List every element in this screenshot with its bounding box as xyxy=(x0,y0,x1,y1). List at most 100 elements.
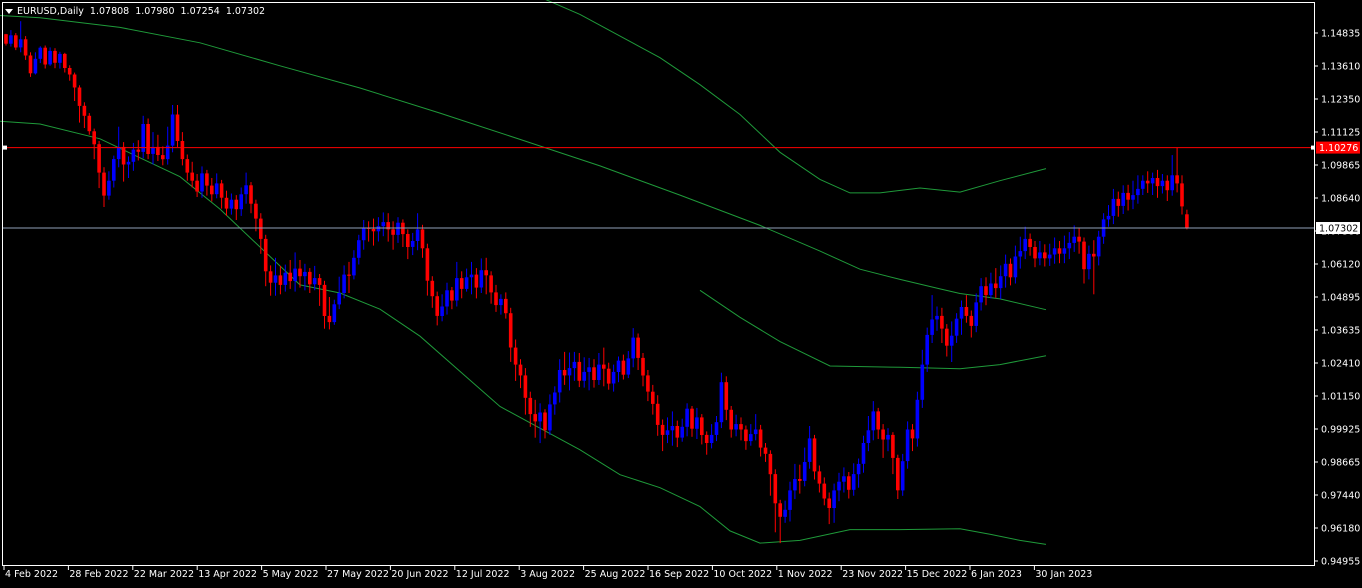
bar-body xyxy=(1028,238,1032,247)
bar-body xyxy=(268,271,273,283)
bar-body xyxy=(523,375,528,398)
bar-range xyxy=(328,297,330,330)
bar-body xyxy=(920,364,925,400)
y-tick-label: 0.96180 xyxy=(1321,524,1360,535)
bar-range xyxy=(1152,172,1154,195)
y-tick-label: 1.01150 xyxy=(1321,392,1360,403)
bar-body xyxy=(1121,192,1125,206)
bar-range xyxy=(1176,147,1178,193)
high-price: 1.07980 xyxy=(135,5,175,17)
price-bar xyxy=(146,118,150,160)
bar-body xyxy=(562,370,567,376)
bar-range xyxy=(667,417,668,444)
bar-body xyxy=(459,278,464,289)
bar-body xyxy=(616,360,621,372)
bar-body xyxy=(288,272,292,282)
bar-body xyxy=(322,284,327,316)
bar-body xyxy=(817,471,822,484)
bar-body xyxy=(180,141,185,160)
bar-body xyxy=(53,50,57,63)
bar-body xyxy=(984,286,988,296)
open-price: 1.07808 xyxy=(89,5,130,17)
bar-body xyxy=(959,307,964,319)
bar-body xyxy=(4,34,8,44)
bar-body xyxy=(739,424,743,430)
bar-body xyxy=(63,53,67,68)
bar-body xyxy=(646,375,650,392)
bar-body xyxy=(303,271,307,277)
bar-body xyxy=(161,155,165,160)
bar-body xyxy=(1087,253,1091,270)
bar-range xyxy=(887,428,889,452)
price-chart[interactable]: 1.14835 1.13610 1.12350 1.11125 1.09865 1.086… xyxy=(0,0,1362,584)
bar-body xyxy=(342,274,346,293)
bar-body xyxy=(1116,198,1121,206)
bar-body xyxy=(298,268,302,277)
bar-body xyxy=(1150,178,1155,184)
bar-body xyxy=(695,417,699,429)
y-tick-label: 1.08640 xyxy=(1321,194,1360,205)
bar-body xyxy=(744,429,748,442)
bar-body xyxy=(48,50,52,65)
chart-title-bar: EURUSD,Daily 1.07808 1.07980 1.07254 1.0… xyxy=(5,4,265,18)
bar-body xyxy=(445,290,449,307)
bar-body xyxy=(337,293,341,305)
bar-range xyxy=(373,218,374,246)
bar-body xyxy=(1033,247,1037,259)
bar-body xyxy=(670,426,675,431)
bar-range xyxy=(368,221,370,242)
bar-body xyxy=(1052,248,1057,255)
bar-body xyxy=(131,149,136,162)
bar-body xyxy=(435,296,439,316)
chart-area[interactable]: 1.14835 1.13610 1.12350 1.11125 1.09865 1.086… xyxy=(0,0,1362,584)
bar-body xyxy=(14,35,18,48)
bar-body xyxy=(1145,180,1150,184)
bar-body xyxy=(317,278,322,285)
bar-body xyxy=(528,397,533,415)
bar-body xyxy=(807,438,812,462)
bar-body xyxy=(1180,183,1184,207)
bar-body xyxy=(621,360,626,375)
bar-body xyxy=(146,124,150,154)
bar-body xyxy=(577,361,582,381)
bar-body xyxy=(38,47,43,59)
bar-range xyxy=(392,221,394,250)
dropdown-triangle-icon[interactable] xyxy=(5,8,13,14)
bar-body xyxy=(832,490,836,508)
bar-body xyxy=(685,408,689,427)
bar-body xyxy=(293,268,297,281)
x-tick-label: 6 Jan 2023 xyxy=(971,569,1022,580)
bar-body xyxy=(1013,256,1018,278)
bar-body xyxy=(283,272,288,285)
y-tick-label: 0.98665 xyxy=(1321,458,1360,469)
bar-body xyxy=(538,412,542,422)
x-tick-label: 1 Nov 2022 xyxy=(778,569,833,580)
symbol-timeframe-label: EURUSD,Daily xyxy=(17,5,84,17)
bar-body xyxy=(67,68,72,75)
bar-body xyxy=(886,434,890,440)
bar-body xyxy=(896,457,900,491)
bar-body xyxy=(557,370,562,393)
bar-body xyxy=(263,238,268,272)
bar-body xyxy=(1111,198,1116,216)
bar-body xyxy=(641,357,645,376)
bar-body xyxy=(254,203,258,219)
bar-body xyxy=(876,411,880,430)
bar-body xyxy=(758,429,763,448)
bar-body xyxy=(1072,236,1076,243)
bar-body xyxy=(381,222,386,227)
bar-body xyxy=(842,476,846,482)
x-tick-label: 20 Jun 2022 xyxy=(391,569,448,580)
bar-body xyxy=(606,368,611,384)
level-line-handle-left[interactable] xyxy=(3,145,7,150)
bar-body xyxy=(866,430,871,443)
bar-body xyxy=(87,115,92,132)
bar-body xyxy=(406,234,410,247)
bar-range xyxy=(588,357,590,391)
bar-body xyxy=(170,114,175,146)
bar-body xyxy=(126,161,131,165)
bar-body xyxy=(361,227,366,241)
x-tick-label: 25 Aug 2022 xyxy=(585,569,646,580)
bar-body xyxy=(714,422,719,435)
bar-body xyxy=(1057,248,1062,254)
